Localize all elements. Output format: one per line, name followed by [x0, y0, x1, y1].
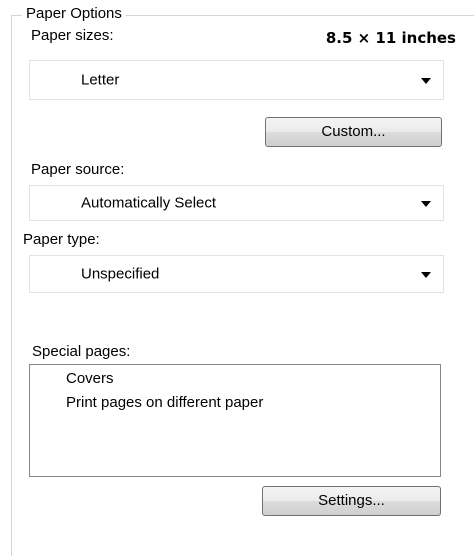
custom-button[interactable]: Custom... — [265, 117, 442, 147]
paper-type-select[interactable]: Unspecified — [29, 255, 444, 293]
chevron-down-icon — [421, 272, 431, 278]
paper-size-value: Letter — [81, 71, 120, 89]
chevron-down-icon — [421, 78, 431, 84]
paper-size-select[interactable]: Letter — [29, 60, 444, 100]
special-pages-label: Special pages: — [32, 343, 131, 360]
paper-type-label: Paper type: — [23, 231, 100, 248]
list-item[interactable]: Print pages on different paper — [66, 394, 263, 411]
paper-source-select[interactable]: Automatically Select — [29, 185, 444, 221]
paper-sizes-label: Paper sizes: — [31, 27, 114, 44]
paper-size-readout: 8.5 × 11 inches — [325, 29, 456, 47]
paper-source-label: Paper source: — [31, 161, 125, 178]
chevron-down-icon — [421, 201, 431, 207]
special-pages-list[interactable]: Covers Print pages on different paper — [29, 364, 441, 477]
settings-button[interactable]: Settings... — [262, 486, 441, 516]
paper-source-value: Automatically Select — [81, 194, 217, 212]
paper-type-value: Unspecified — [81, 265, 160, 283]
paper-options-legend: Paper Options — [22, 5, 126, 22]
list-item[interactable]: Covers — [66, 370, 114, 387]
